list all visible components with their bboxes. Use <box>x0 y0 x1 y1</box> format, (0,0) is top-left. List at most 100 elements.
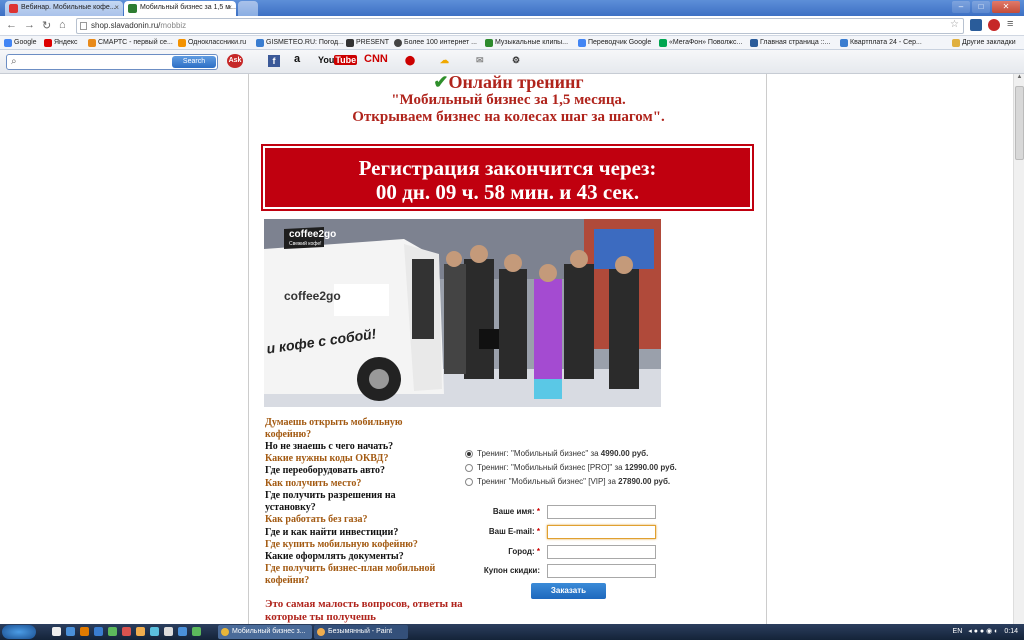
reload-icon[interactable]: ↻ <box>42 19 51 32</box>
question-item: Как получить место? <box>265 478 362 489</box>
radio-icon[interactable]: ⚙ <box>512 55 520 66</box>
coupon-field[interactable] <box>547 564 656 578</box>
bookmark-translate[interactable]: Переводчик Google <box>578 37 651 49</box>
close-window-button[interactable]: ✕ <box>992 1 1020 13</box>
start-button[interactable] <box>2 625 36 639</box>
coupon-label: Купон скидки: <box>483 566 540 575</box>
ask-toolbar: ⌕ Search Ask f a YouTube CNN ⬤ ☁ ✉ ⚙ <box>0 50 1024 74</box>
name-field[interactable] <box>547 505 656 519</box>
bookmark-google[interactable]: Google <box>4 37 37 49</box>
option-pro[interactable]: Тренинг: "Мобильный бизнес [PRO]" за 129… <box>465 462 677 474</box>
site-icon <box>840 39 848 47</box>
quicklaunch-icon[interactable] <box>52 627 61 636</box>
vertical-scrollbar[interactable]: ▲ <box>1013 74 1024 624</box>
bookmark-odnoklassniki[interactable]: Одноклассники.ru <box>178 37 246 49</box>
forward-arrow-icon[interactable]: → <box>24 19 35 31</box>
ask-search-input[interactable]: ⌕ Search <box>6 54 218 70</box>
quicklaunch-icon[interactable] <box>164 627 173 636</box>
quicklaunch-icon[interactable] <box>150 627 159 636</box>
wrench-icon[interactable]: ≡ <box>1007 18 1013 30</box>
bottom-teaser-text: Это самая малость вопросов, ответы на ко… <box>265 598 463 623</box>
quicklaunch-icon[interactable] <box>108 627 117 636</box>
mail-icon[interactable]: ✉ <box>476 55 484 66</box>
photo-brand-logo: coffee2go <box>289 229 337 240</box>
bookmark-present[interactable]: PRESENT <box>346 37 389 49</box>
page-content: ✔Онлайн тренинг "Мобильный бизнес за 1,5… <box>248 74 767 624</box>
language-indicator[interactable]: EN <box>953 628 963 635</box>
folder-icon <box>952 39 960 47</box>
question-item: Где купить мобильную кофейню? <box>265 539 418 550</box>
maximize-button[interactable]: □ <box>972 1 990 13</box>
address-bar[interactable]: shop.slavadonin.ru/mobbiz <box>76 18 964 34</box>
quicklaunch-icon[interactable] <box>192 627 201 636</box>
tab-label: Вебинар. Мобильные кофе... <box>21 4 116 11</box>
taskbar-task-chrome[interactable]: Мобильный бизнес з... <box>218 625 312 639</box>
youtube-icon[interactable]: YouTube <box>318 55 358 65</box>
quicklaunch-icon[interactable] <box>122 627 131 636</box>
ask-search-button[interactable]: Search <box>172 56 216 68</box>
ask-extension-icon[interactable] <box>988 19 1000 31</box>
youtube-icon <box>9 4 18 13</box>
ask-logo-icon[interactable]: Ask <box>227 54 243 68</box>
quicklaunch-icon[interactable] <box>94 627 103 636</box>
amazon-icon[interactable]: a <box>294 53 300 65</box>
registration-timer: Регистрация закончится через: 00 дн. 09 … <box>261 144 754 211</box>
sports-icon[interactable]: ⬤ <box>405 55 415 66</box>
close-tab-icon[interactable]: × <box>227 1 232 15</box>
home-icon[interactable]: ⌂ <box>59 19 66 31</box>
coffee-van-photo: coffee2go Свежий кофе! coffee2go и кофе … <box>264 219 661 407</box>
cnn-icon[interactable]: CNN <box>364 53 388 65</box>
bookmarks-bar: Google Яндекс СМАРТС - первый се... Одно… <box>0 36 1024 50</box>
windows-taskbar: Мобильный бизнес з... Безымянный - Paint… <box>0 624 1024 640</box>
timer-countdown: 00 дн. 09 ч. 58 мин. и 43 сек. <box>375 180 640 204</box>
option-basic[interactable]: Тренинг: "Мобильный бизнес" за 4990.00 р… <box>465 448 648 460</box>
question-item: Какие оформлять документы? <box>265 551 404 562</box>
email-label: Ваш E-mail: * <box>488 527 540 536</box>
city-field[interactable] <box>547 545 656 559</box>
question-item: Думаешь открыть мобильную кофейню? <box>265 417 403 440</box>
radio-selected-icon[interactable] <box>465 450 473 458</box>
city-label: Город: * <box>508 547 540 556</box>
bookmark-other[interactable]: Другие закладки <box>952 37 1016 49</box>
bookmark-gismeteo[interactable]: GISMETEO.RU: Погод... <box>256 37 344 49</box>
extension-icon[interactable] <box>970 19 982 31</box>
star-icon[interactable]: ☆ <box>950 19 959 30</box>
question-item: Но не знаешь с чего начать? <box>265 441 394 452</box>
question-item: Какие нужны коды ОКВД? <box>265 453 389 464</box>
clock[interactable]: 0:14 <box>1004 628 1018 635</box>
bookmark-internet[interactable]: Более 100 интернет ... <box>394 37 477 49</box>
bookmark-megafon[interactable]: «МегаФон» Поволжс... <box>659 37 742 49</box>
quicklaunch-icon[interactable] <box>80 627 89 636</box>
bookmark-yandex[interactable]: Яндекс <box>44 37 78 49</box>
paint-icon <box>317 628 325 636</box>
question-item: Как работать без газа? <box>265 514 368 525</box>
close-tab-icon[interactable]: × <box>114 1 119 15</box>
google-icon <box>4 39 12 47</box>
tab-mobbiz[interactable]: Мобильный бизнес за 1,5 м... × <box>124 1 236 16</box>
radio-icon[interactable] <box>465 464 473 472</box>
email-field[interactable] <box>547 525 656 539</box>
facebook-icon[interactable]: f <box>268 55 280 67</box>
minimize-button[interactable]: – <box>952 1 970 13</box>
checkmark-icon: ✔ <box>433 74 449 92</box>
new-tab-button[interactable] <box>238 1 258 16</box>
back-arrow-icon[interactable]: ← <box>6 19 17 31</box>
order-button[interactable]: Заказать <box>531 583 606 599</box>
tab-webinar[interactable]: Вебинар. Мобильные кофе... × <box>5 1 123 16</box>
quicklaunch-icon[interactable] <box>66 627 75 636</box>
radio-icon[interactable] <box>465 478 473 486</box>
bookmark-main-page[interactable]: Главная страница ::... <box>750 37 830 49</box>
taskbar-task-paint[interactable]: Безымянный - Paint <box>314 625 408 639</box>
page-icon <box>80 22 87 30</box>
scroll-up-icon[interactable]: ▲ <box>1015 74 1024 84</box>
browser-window: Вебинар. Мобильные кофе... × Мобильный б… <box>0 0 1024 640</box>
bookmark-smarts[interactable]: СМАРТС - первый се... <box>88 37 173 49</box>
quicklaunch-icon[interactable] <box>178 627 187 636</box>
tray-icons[interactable]: ◂ ● ● ◉ ◐ <box>968 627 998 635</box>
quicklaunch-icon[interactable] <box>136 627 145 636</box>
weather-icon[interactable]: ☁ <box>440 55 449 66</box>
scrollbar-thumb[interactable] <box>1015 86 1024 160</box>
option-vip[interactable]: Тренинг "Мобильный бизнес" [VIP] за 2789… <box>465 476 670 488</box>
bookmark-kvartplata[interactable]: Квартплата 24 - Сер... <box>840 37 922 49</box>
bookmark-music[interactable]: Музыкальные клипы... <box>485 37 568 49</box>
